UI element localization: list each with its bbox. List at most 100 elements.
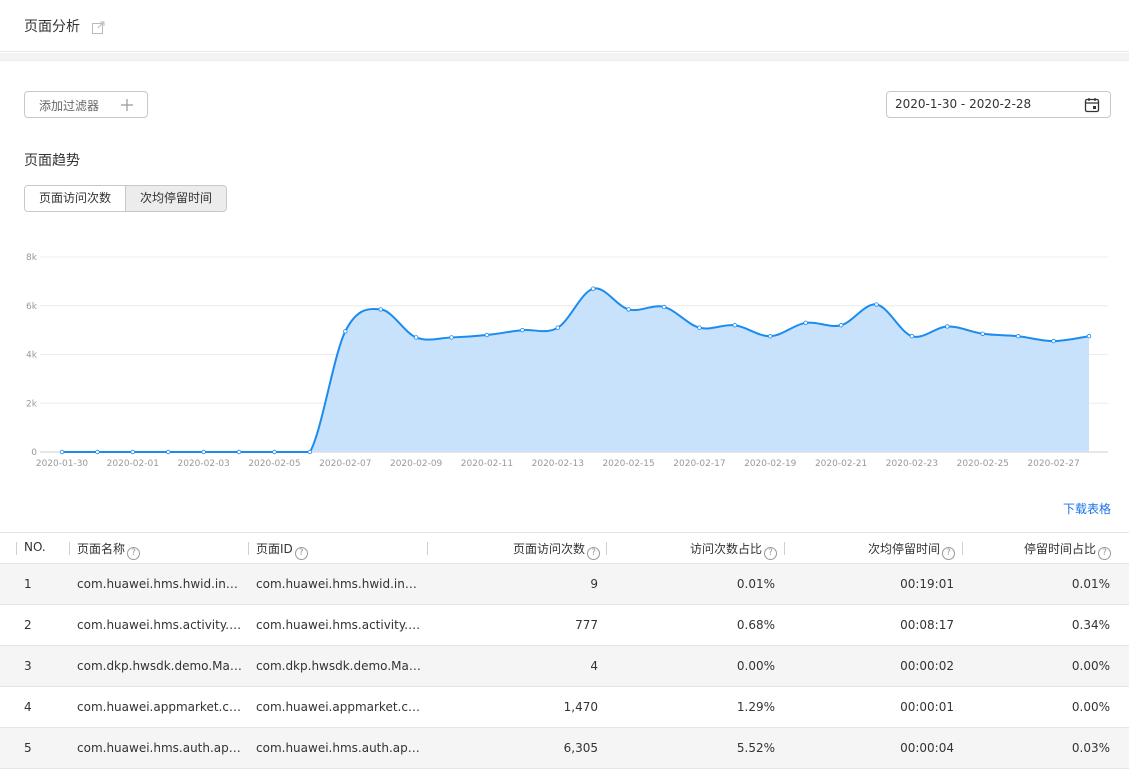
calendar-icon[interactable] [1084,97,1100,113]
column-separator [69,542,70,555]
metric-toggle: 页面访问次数 次均停留时间 [24,185,228,212]
col-header-visit-share: 访问次数占比? [690,540,777,560]
help-icon[interactable]: ? [294,547,308,560]
add-filter-button[interactable]: 添加过滤器 [24,91,148,118]
x-tick-label: 2020-02-13 [532,459,584,469]
tab-page-visits[interactable]: 页面访问次数 [25,186,126,211]
cell-stay-time-share: 0.34% [1071,618,1110,632]
data-point [59,449,65,455]
table-row[interactable]: 5 com.huawei.hms.auth.api.signin.interna… [0,728,1129,769]
column-separator [427,542,428,555]
table-header: NO. 页面名称? 页面ID? 页面访问次数? 访问次数占比? 次均停留时间? … [0,533,1129,564]
cell-stay-time-share: 0.00% [1071,659,1110,673]
col-header-avg-stay-time-label: 次均停留时间 [867,542,940,556]
data-point [343,329,348,334]
table-row[interactable]: 4 com.huawei.appmarket.component.buoycir… [0,687,1129,728]
col-header-visit-share-label: 访问次数占比 [689,542,762,556]
help-icon[interactable]: ? [587,547,600,560]
page-trend-chart: 0 2k 4k 6k 8k 2020-01-30 2020-02-01 2020-02-03 2… [26,253,1108,469]
cell-page-name: com.huawei.appmarket.component.buoycircl… [77,700,242,714]
cell-visit-share: 0.01% [736,577,775,591]
table-row[interactable]: 1 com.huawei.hms.hwid.internal.ui.activi… [0,564,1129,605]
cell-avg-stay-time: 00:00:02 [900,659,954,673]
col-header-page-name-label: 页面名称 [77,542,126,556]
data-point [95,449,100,455]
col-header-no: NO. [24,540,46,554]
column-separator [962,542,963,555]
cell-no: 2 [24,618,32,632]
cell-page-id: com.huawei.hms.hwid.internal.ui.activity… [256,577,421,591]
x-tick-label: 2020-02-03 [177,459,229,469]
x-tick-label: 2020-02-25 [957,459,1009,469]
help-icon[interactable]: ? [764,547,777,560]
data-point [591,286,596,291]
help-icon[interactable]: ? [1098,547,1111,560]
table-row[interactable]: 2 com.huawei.hms.activity.BridgeActivity… [0,605,1129,646]
data-point [166,449,171,455]
col-header-stay-time-share: 停留时间占比? [1024,540,1111,560]
data-point [1015,334,1021,339]
col-header-page-visits-label: 页面访问次数 [512,542,585,556]
x-tick-label: 2020-02-17 [673,459,725,469]
external-link-icon[interactable] [91,21,105,35]
cell-visit-share: 0.68% [736,618,775,632]
page-header: 页面分析 [0,0,1129,52]
column-separator [248,542,249,555]
data-point [661,304,667,310]
col-header-page-id: 页面ID? [256,540,308,560]
data-point [1051,338,1056,344]
x-tick-label: 2020-02-07 [319,459,371,469]
cell-stay-time-share: 0.00% [1071,700,1110,714]
x-tick-label: 2020-02-27 [1027,459,1079,469]
series-area [62,288,1089,452]
tab-avg-stay-time[interactable]: 次均停留时间 [125,186,227,211]
column-separator [606,542,607,555]
data-point [201,449,206,455]
cell-page-visits: 1,470 [563,700,598,714]
cell-page-name: com.huawei.hms.auth.api.signin.internal.… [77,741,242,755]
data-point [874,302,879,307]
data-point [413,335,419,340]
help-icon[interactable]: ? [127,547,141,560]
cell-stay-time-share: 0.03% [1071,741,1110,755]
data-point [697,325,702,330]
date-range-picker[interactable]: 2020-1-30 - 2020-2-28 [886,91,1111,118]
help-icon[interactable]: ? [942,547,955,560]
column-separator [16,542,17,555]
page-title: 页面分析 [24,19,80,35]
add-filter-label: 添加过滤器 [39,99,100,113]
data-point [484,332,490,338]
cell-visit-share: 1.29% [736,700,775,714]
cell-avg-stay-time: 00:00:04 [900,741,954,755]
cell-avg-stay-time: 00:19:01 [900,577,954,591]
col-header-page-visits: 页面访问次数? [513,540,600,560]
cell-no: 4 [24,700,32,714]
x-tick-label: 2020-02-05 [248,459,300,469]
download-table-link[interactable]: 下载表格 [1063,500,1111,517]
data-point [1086,334,1092,339]
data-point [272,449,277,455]
column-separator [784,542,785,555]
cell-page-visits: 6,305 [563,741,598,755]
data-point [803,320,808,326]
col-header-stay-time-share-label: 停留时间占比 [1023,542,1096,556]
cell-page-name: com.dkp.hwsdk.demo.MainActivity [77,659,242,673]
cell-page-id: com.huawei.hms.activity.BridgeActivity [256,618,421,632]
date-range-value: 2020-1-30 - 2020-2-28 [895,97,1032,111]
x-tick-label: 2020-01-30 [36,459,89,469]
col-header-page-id-label: 页面ID [256,542,293,556]
data-point [838,323,844,328]
x-tick-label: 2020-02-19 [744,459,797,469]
cell-visit-share: 0.00% [736,659,775,673]
cell-page-visits: 4 [590,659,598,673]
table-row[interactable]: 3 com.dkp.hwsdk.demo.MainActivity com.dk… [0,646,1129,687]
plus-icon [121,99,133,111]
data-point [520,327,525,333]
x-tick-label: 2020-02-01 [107,459,159,469]
data-point [236,449,242,455]
cell-page-visits: 777 [575,618,598,632]
data-point [449,335,454,340]
header-divider [0,53,1129,61]
y-tick-label: 8k [26,253,38,263]
data-point [130,449,136,455]
